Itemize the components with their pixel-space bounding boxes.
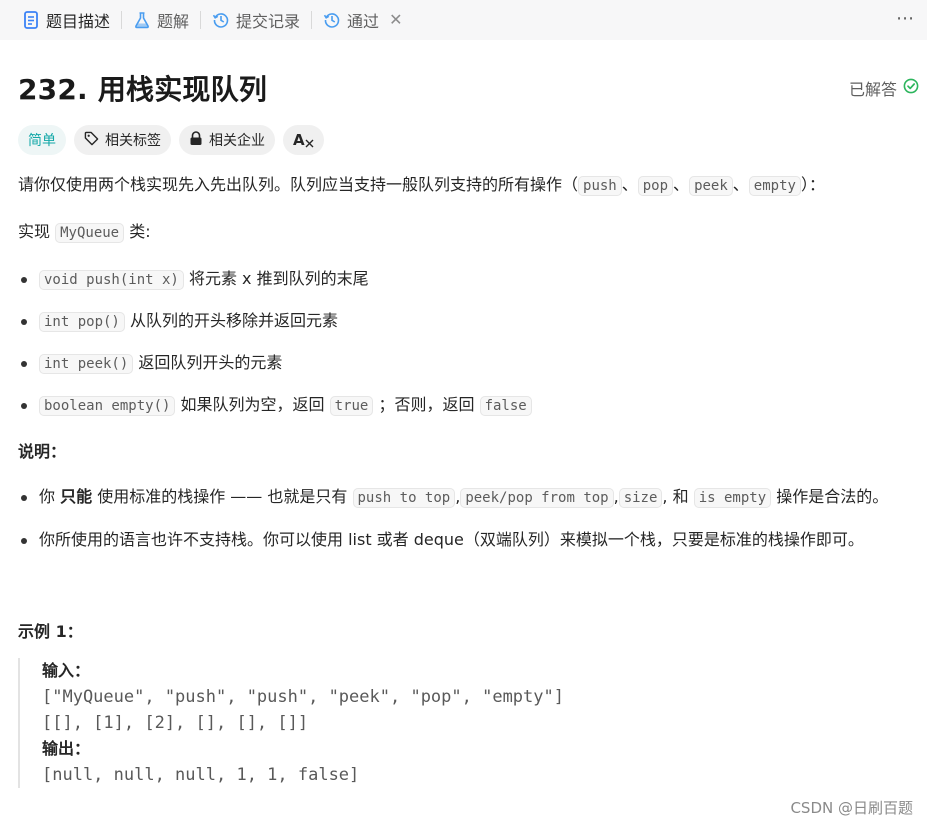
difficulty-badge: 简单 bbox=[18, 125, 66, 155]
check-circle-icon bbox=[903, 78, 919, 98]
note-text: 操作是合法的。 bbox=[776, 487, 889, 506]
impl-prefix: 实现 bbox=[18, 222, 51, 241]
tab-description[interactable]: 题目描述 bbox=[16, 0, 116, 40]
inline-code: boolean empty() bbox=[39, 396, 176, 416]
example-input-label: 输入： bbox=[42, 661, 91, 680]
tab-divider bbox=[200, 11, 202, 29]
separator: , bbox=[662, 487, 668, 506]
notes-heading: 说明： bbox=[18, 442, 67, 461]
translate-button[interactable]: A bbox=[283, 125, 324, 155]
tag-row: 简单 相关标签 相关企业 A bbox=[18, 125, 909, 155]
inline-code: pop bbox=[637, 176, 674, 196]
related-tags-label: 相关标签 bbox=[105, 133, 161, 149]
inline-code: int pop() bbox=[39, 312, 125, 332]
more-options-icon[interactable]: ⋯ bbox=[896, 10, 915, 28]
inline-code: MyQueue bbox=[55, 223, 125, 243]
translate-glyph: A bbox=[293, 131, 305, 149]
tag-icon bbox=[84, 131, 99, 150]
description-icon bbox=[22, 11, 40, 29]
tab-bar: 题目描述 题解 提交记录 通过 ✕ ⋯ bbox=[0, 0, 927, 40]
list-item: boolean empty() 如果队列为空，返回 true ；否则，返回 fa… bbox=[18, 391, 909, 420]
example-output-line: [null, null, null, 1, 1, false] bbox=[42, 765, 360, 785]
inline-code: is empty bbox=[693, 488, 772, 508]
example-output-label: 输出： bbox=[42, 739, 91, 758]
tab-label: 题目描述 bbox=[46, 12, 111, 31]
tab-solutions[interactable]: 题解 bbox=[127, 0, 195, 40]
method-text: 返回队列开头的元素 bbox=[138, 353, 283, 372]
related-companies-label: 相关企业 bbox=[209, 133, 265, 149]
list-item: 你所使用的语言也许不支持栈。你可以使用 list 或者 deque（双端队列）来… bbox=[18, 526, 909, 554]
solved-label: 已解答 bbox=[848, 80, 897, 99]
inline-code: false bbox=[479, 396, 532, 416]
method-text: 如果队列为空，返回 bbox=[180, 395, 325, 414]
method-text: 从队列的开头移除并返回元素 bbox=[129, 311, 338, 330]
problem-title[interactable]: 232. 用栈实现队列 bbox=[18, 68, 267, 108]
inline-code: push bbox=[578, 176, 622, 196]
inline-code: size bbox=[618, 488, 663, 508]
lock-icon bbox=[189, 130, 203, 150]
separator: 、 bbox=[673, 175, 690, 194]
inline-code: empty bbox=[748, 176, 801, 196]
separator: 、 bbox=[621, 175, 638, 194]
note-bold: 只能 bbox=[60, 487, 93, 506]
list-item: void push(int x) 将元素 x 推到队列的末尾 bbox=[18, 265, 909, 294]
related-tags-button[interactable]: 相关标签 bbox=[74, 125, 171, 155]
tab-divider bbox=[121, 11, 123, 29]
example-input-line: ["MyQueue", "push", "push", "peek", "pop… bbox=[42, 687, 564, 707]
problem-description: 232. 用栈实现队列 已解答 简单 相关标签 相关企业 A 请你仅使用两个栈实… bbox=[0, 68, 927, 788]
note-text: 你 bbox=[39, 487, 56, 506]
example-block: 输入： ["MyQueue", "push", "push", "peek", … bbox=[18, 658, 909, 788]
tab-divider bbox=[311, 11, 313, 29]
title-row: 232. 用栈实现队列 已解答 bbox=[18, 68, 919, 108]
example-heading: 示例 1： bbox=[18, 622, 83, 641]
flask-icon bbox=[133, 11, 151, 29]
translate-icon: A bbox=[293, 131, 314, 149]
list-item: int peek() 返回队列开头的元素 bbox=[18, 349, 909, 378]
impl-paragraph: 实现 MyQueue 类: bbox=[18, 218, 909, 247]
intro-paragraph: 请你仅使用两个栈实现先入先出队列。队列应当支持一般队列支持的所有操作（ push、… bbox=[18, 171, 909, 200]
inline-code: push to top bbox=[352, 488, 456, 508]
impl-suffix: 类: bbox=[129, 222, 151, 241]
history-icon bbox=[212, 11, 230, 29]
intro-end: ）： bbox=[800, 175, 825, 194]
tab-label: 提交记录 bbox=[236, 12, 301, 31]
solved-status: 已解答 bbox=[849, 76, 919, 100]
tab-label: 题解 bbox=[157, 12, 190, 31]
notes-list: 你 只能 使用标准的栈操作 —— 也就是只有 push to top, peek/… bbox=[18, 483, 909, 554]
method-text: 将元素 x 推到队列的末尾 bbox=[188, 269, 369, 288]
history-icon bbox=[323, 11, 341, 29]
watermark: CSDN @日刷百题 bbox=[790, 797, 913, 818]
example-input-line: [[], [1], [2], [], [], []] bbox=[42, 713, 309, 733]
method-text: ；否则，返回 bbox=[378, 395, 475, 414]
tab-submissions[interactable]: 提交记录 bbox=[206, 0, 306, 40]
list-item: int pop() 从队列的开头移除并返回元素 bbox=[18, 307, 909, 336]
tab-label: 通过 bbox=[347, 12, 380, 31]
inline-code: int peek() bbox=[39, 354, 134, 374]
inline-code: peek/pop from top bbox=[460, 488, 614, 508]
separator: , bbox=[613, 487, 619, 506]
separator: 、 bbox=[732, 175, 749, 194]
note-text: 和 bbox=[672, 487, 689, 506]
note-text: 你所使用的语言也许不支持栈。你可以使用 list 或者 deque（双端队列）来… bbox=[39, 530, 864, 549]
related-companies-button[interactable]: 相关企业 bbox=[179, 125, 275, 155]
inline-code: peek bbox=[689, 176, 733, 196]
close-icon[interactable]: ✕ bbox=[389, 12, 402, 28]
tab-accepted[interactable]: 通过 ✕ bbox=[317, 0, 408, 40]
list-item: 你 只能 使用标准的栈操作 —— 也就是只有 push to top, peek/… bbox=[18, 483, 909, 512]
inline-code: true bbox=[329, 396, 374, 416]
note-text: 使用标准的栈操作 —— 也就是只有 bbox=[97, 487, 348, 506]
inline-code: void push(int x) bbox=[39, 270, 184, 290]
method-list: void push(int x) 将元素 x 推到队列的末尾 int pop()… bbox=[18, 265, 909, 420]
intro-text: 请你仅使用两个栈实现先入先出队列。队列应当支持一般队列支持的所有操作（ bbox=[18, 175, 579, 194]
